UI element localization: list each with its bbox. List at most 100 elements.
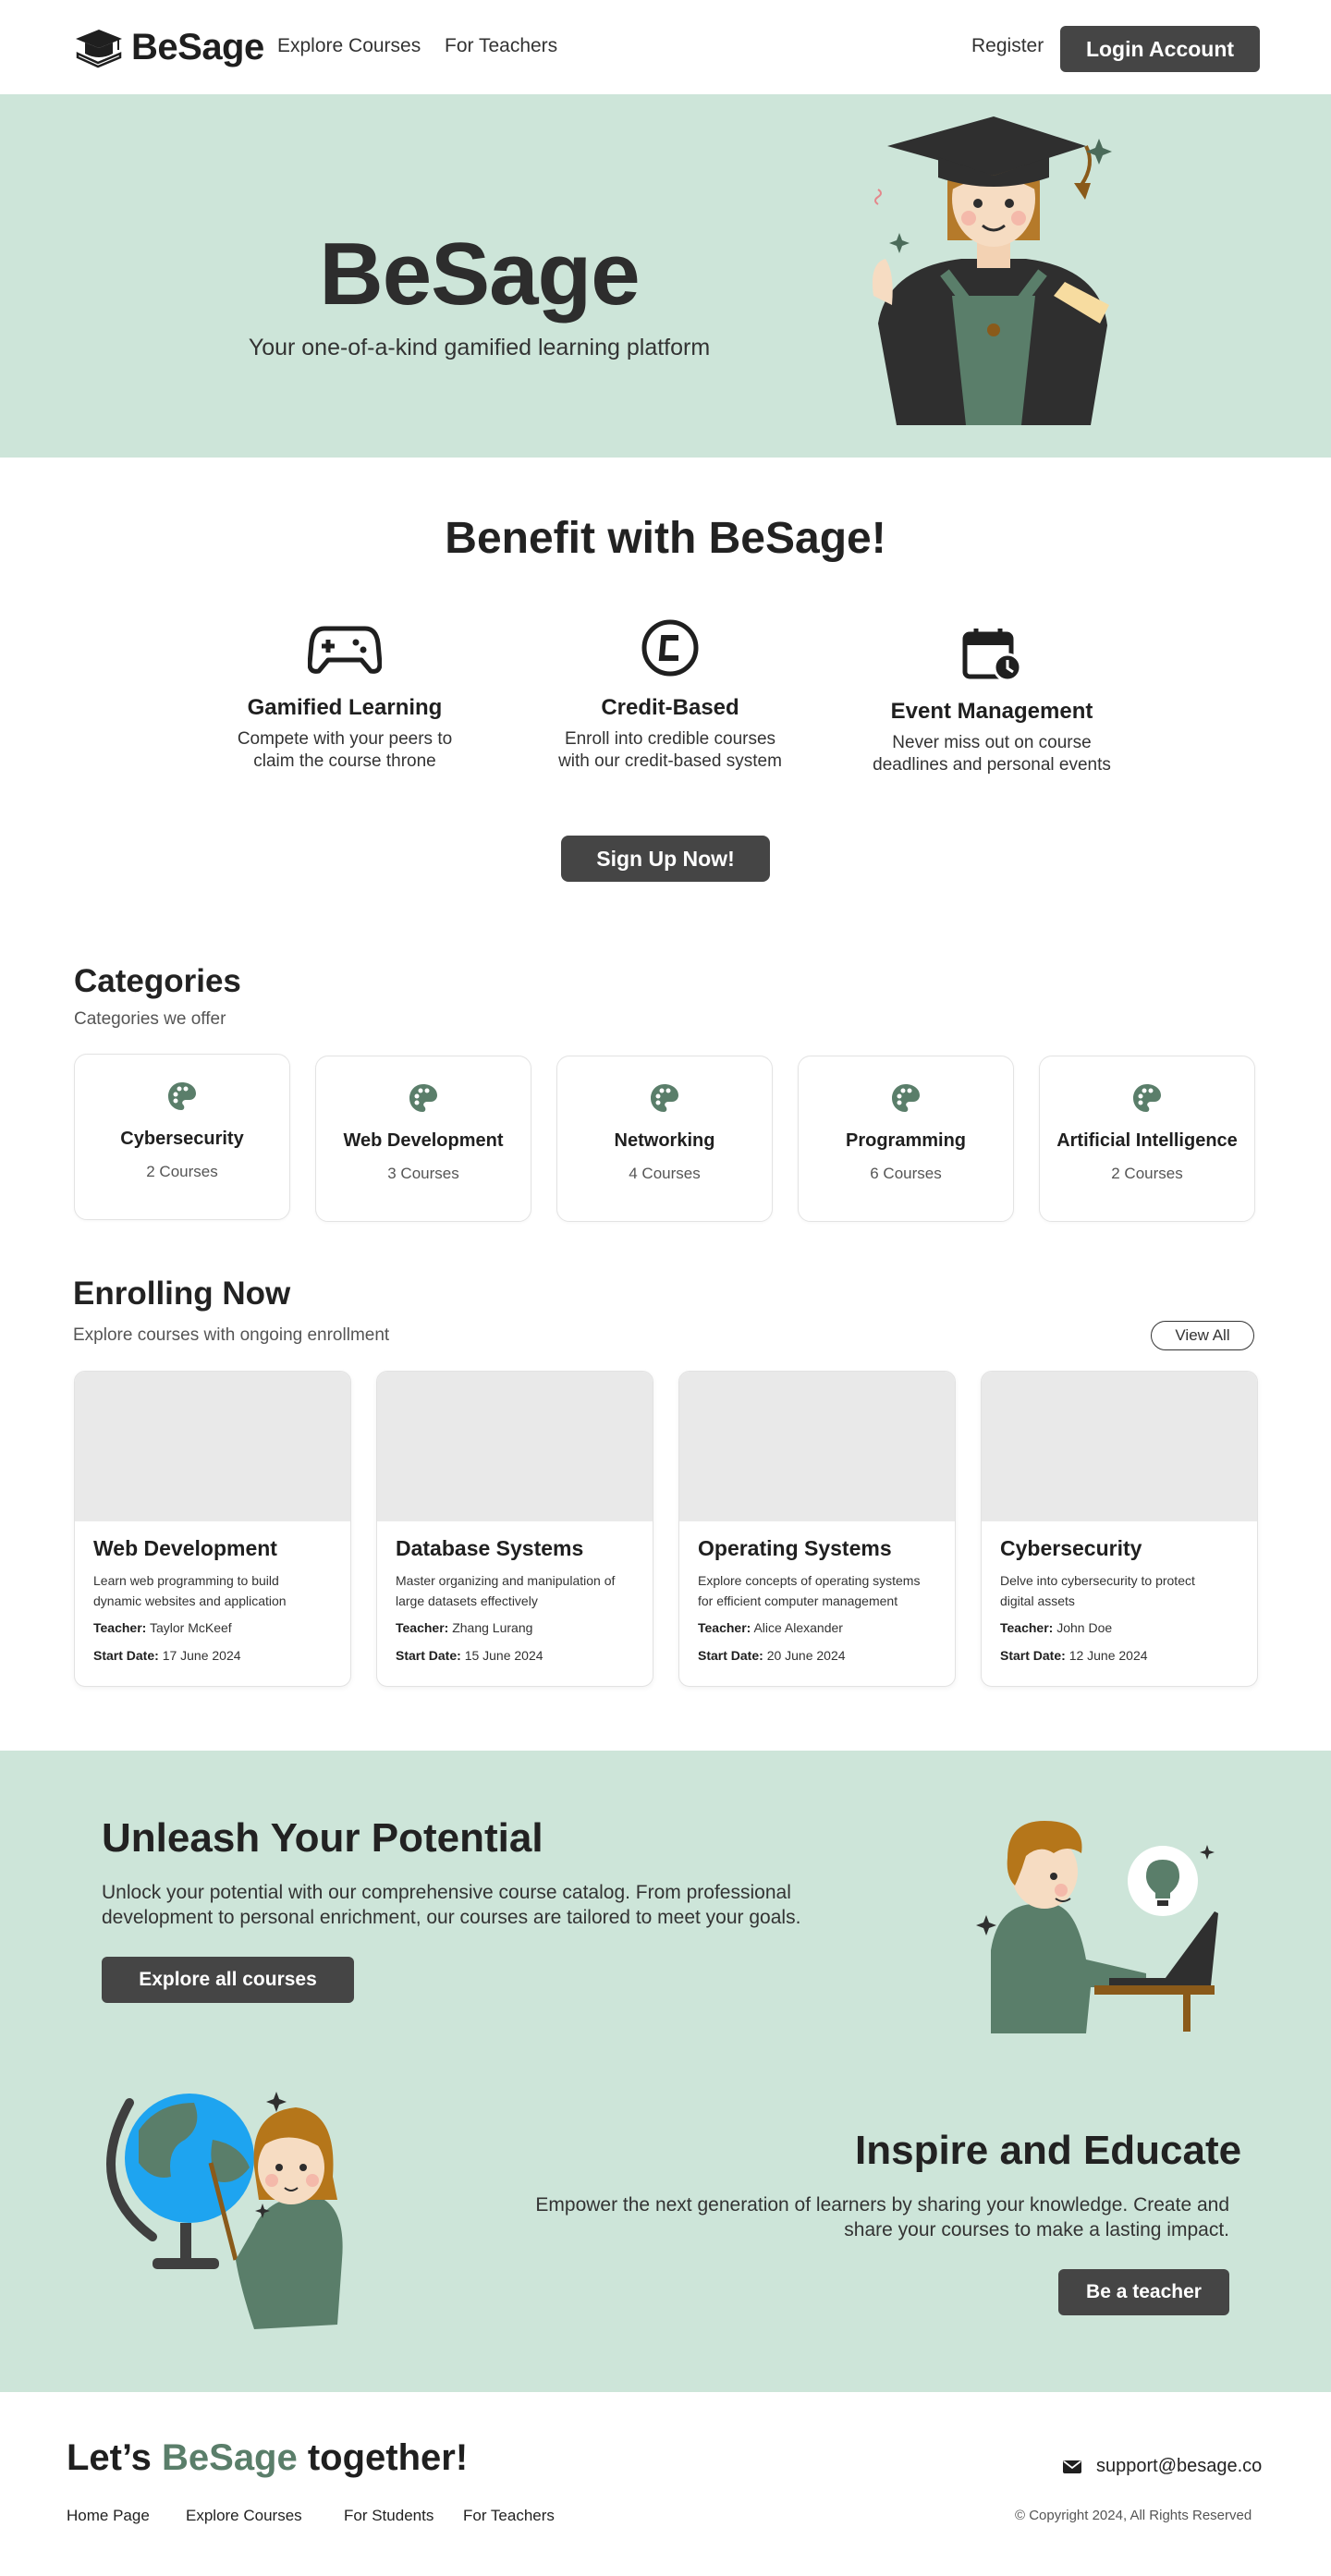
palette-icon [892, 1084, 920, 1112]
category-count: 2 Courses [146, 1163, 218, 1180]
course-thumbnail [377, 1372, 653, 1521]
palette-icon [651, 1084, 678, 1112]
teacher-name: Zhang Lurang [452, 1620, 533, 1635]
benefit-text-line: Enroll into credible courses [564, 729, 776, 749]
credit-coin-icon [641, 619, 699, 677]
category-name: Programming [845, 1130, 967, 1151]
potential-text-line: development to personal enrichment, our … [102, 1907, 801, 1928]
course-teacher: Teacher: Alice Alexander [698, 1620, 936, 1635]
start-date-value: 17 June 2024 [162, 1648, 241, 1663]
benefit-events: Event Management Never miss out on cours… [858, 627, 1126, 776]
start-date-value: 15 June 2024 [464, 1648, 543, 1663]
calendar-clock-icon [962, 629, 1022, 682]
palette-icon [168, 1082, 196, 1110]
course-description-line: dynamic websites and application [93, 1593, 287, 1608]
benefit-credit: Credit-Based Enroll into credible course… [536, 617, 804, 773]
course-title: Web Development [93, 1536, 277, 1560]
enrolling-title: Enrolling Now [73, 1276, 291, 1312]
category-count: 6 Courses [870, 1165, 942, 1182]
benefit-text-line: Compete with your peers to [237, 729, 453, 749]
course-teacher: Teacher: John Doe [1000, 1620, 1239, 1635]
category-count: 3 Courses [387, 1165, 459, 1182]
potential-text-line: Unlock your potential with our comprehen… [102, 1882, 791, 1903]
course-title: Cybersecurity [1000, 1536, 1142, 1560]
course-title: Operating Systems [698, 1536, 892, 1560]
category-card-cybersecurity[interactable]: Cybersecurity 2 Courses [74, 1054, 290, 1220]
teacher-name: Alice Alexander [753, 1620, 843, 1635]
nav-for-teachers[interactable]: For Teachers [445, 35, 557, 57]
start-date-label: Start Date: [93, 1648, 159, 1663]
course-card[interactable]: Database Systems Master organizing and m… [376, 1371, 653, 1687]
benefit-text-line: deadlines and personal events [873, 755, 1111, 775]
course-description: Explore concepts of operating systems fo… [698, 1570, 936, 1611]
course-card[interactable]: Cybersecurity Delve into cybersecurity t… [981, 1371, 1258, 1687]
footer-link-explore-courses[interactable]: Explore Courses [186, 2507, 302, 2525]
enrolling-subtitle: Explore courses with ongoing enrollment [73, 1325, 390, 1345]
graduate-illustration [872, 116, 1112, 425]
hero-subtitle: Your one-of-a-kind gamified learning pla… [248, 335, 711, 360]
hero-title: BeSage [319, 225, 640, 324]
course-start-date: Start Date: 12 June 2024 [1000, 1648, 1239, 1663]
course-thumbnail [982, 1372, 1257, 1521]
course-teacher: Teacher: Zhang Lurang [396, 1620, 634, 1635]
start-date-label: Start Date: [1000, 1648, 1066, 1663]
nav-explore-courses[interactable]: Explore Courses [277, 35, 421, 57]
footer-email-text: support@besage.co [1096, 2456, 1263, 2476]
nav-register[interactable]: Register [971, 35, 1044, 57]
course-card[interactable]: Web Development Learn web programming to… [74, 1371, 351, 1687]
teacher-name: John Doe [1056, 1620, 1113, 1635]
teacher-label: Teacher: [93, 1620, 147, 1635]
course-description-line: Explore concepts of operating systems [698, 1573, 921, 1588]
start-date-label: Start Date: [396, 1648, 461, 1663]
course-description-line: digital assets [1000, 1593, 1075, 1608]
category-count: 4 Courses [629, 1165, 701, 1182]
footer-heading: Let’s BeSage together! [67, 2437, 468, 2479]
course-start-date: Start Date: 15 June 2024 [396, 1648, 634, 1663]
brand-logo[interactable]: BeSage [74, 26, 264, 68]
brand-name: BeSage [131, 26, 264, 67]
category-card-programming[interactable]: Programming 6 Courses [798, 1056, 1014, 1222]
start-date-label: Start Date: [698, 1648, 763, 1663]
benefit-text-line: claim the course throne [253, 751, 436, 771]
footer-link-for-students[interactable]: For Students [344, 2507, 433, 2525]
copyright-text: © Copyright 2024, All Rights Reserved [1015, 2508, 1252, 2523]
start-date-value: 20 June 2024 [766, 1648, 846, 1663]
explore-all-courses-button[interactable]: Explore all courses [102, 1957, 354, 2003]
teacher-label: Teacher: [396, 1620, 449, 1635]
course-thumbnail [75, 1372, 350, 1521]
course-start-date: Start Date: 20 June 2024 [698, 1648, 936, 1663]
potential-title: Unleash Your Potential [102, 1815, 543, 1861]
category-card-web-development[interactable]: Web Development 3 Courses [315, 1056, 531, 1222]
course-description-line: Learn web programming to build [93, 1573, 279, 1588]
inspire-title: Inspire and Educate [855, 2128, 1242, 2173]
footer-link-for-teachers[interactable]: For Teachers [463, 2507, 555, 2525]
inspire-text-line: Empower the next generation of learners … [535, 2194, 1229, 2216]
course-description-line: Master organizing and manipulation of [396, 1573, 616, 1588]
category-name: Artificial Intelligence [1056, 1130, 1238, 1151]
category-card-networking[interactable]: Networking 4 Courses [556, 1056, 773, 1222]
teacher-globe-illustration [106, 2092, 343, 2329]
course-card[interactable]: Operating Systems Explore concepts of op… [678, 1371, 956, 1687]
footer-email[interactable]: support@besage.co [1063, 2456, 1262, 2477]
category-name: Web Development [343, 1130, 504, 1151]
course-description: Delve into cybersecurity to protect digi… [1000, 1570, 1239, 1611]
start-date-value: 12 June 2024 [1068, 1648, 1148, 1663]
category-name: Networking [614, 1130, 715, 1151]
category-card-artificial-intelligence[interactable]: Artificial Intelligence 2 Courses [1039, 1056, 1255, 1222]
benefit-title: Gamified Learning [247, 695, 443, 720]
signup-button[interactable]: Sign Up Now! [561, 836, 770, 882]
course-thumbnail [679, 1372, 955, 1521]
course-description-line: large datasets effectively [396, 1593, 538, 1608]
footer-heading-accent: BeSage [162, 2437, 298, 2478]
page: BeSage Explore Courses For Teachers Regi… [0, 0, 1331, 2576]
benefit-gamified: Gamified Learning Compete with your peer… [211, 619, 479, 773]
palette-icon [1133, 1084, 1161, 1112]
teacher-name: Taylor McKeef [149, 1620, 232, 1635]
footer-link-home[interactable]: Home Page [67, 2507, 150, 2525]
categories-subtitle: Categories we offer [74, 1009, 226, 1029]
be-a-teacher-button[interactable]: Be a teacher [1058, 2269, 1229, 2315]
course-teacher: Teacher: Taylor McKeef [93, 1620, 332, 1635]
login-button[interactable]: Login Account [1060, 26, 1260, 72]
view-all-button[interactable]: View All [1151, 1321, 1254, 1350]
course-title: Database Systems [396, 1536, 584, 1560]
